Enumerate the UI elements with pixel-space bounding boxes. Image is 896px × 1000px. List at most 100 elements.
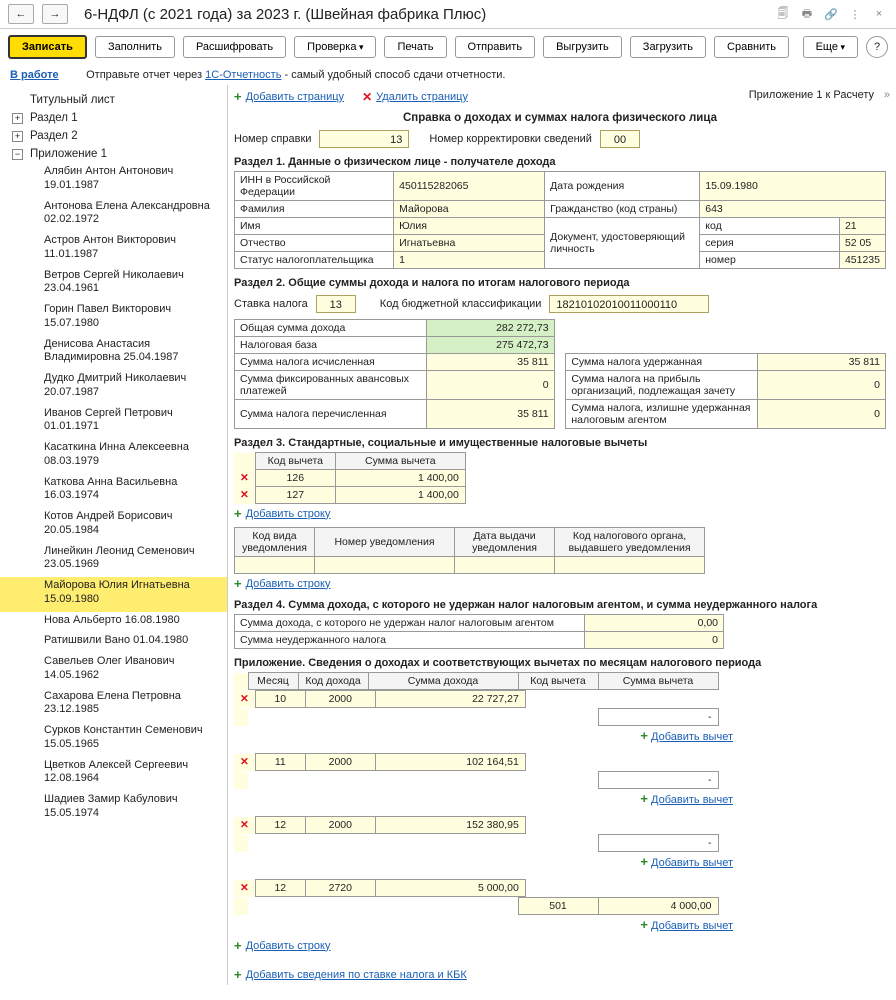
chevron-icon[interactable]: » (884, 89, 890, 101)
deduct-code[interactable]: 126 (255, 470, 335, 487)
tree-leaf[interactable]: Линейкин Леонид Семенович 23.05.1969 (0, 543, 227, 578)
add-deduct[interactable]: Добавить вычет (651, 731, 733, 743)
cell[interactable] (555, 557, 705, 574)
tree-leaf[interactable]: Алябин Антон Антонович 19.01.1987 (0, 163, 227, 198)
add-kbk[interactable]: +Добавить сведения по ставке налога и КБ… (234, 967, 886, 982)
export-button[interactable]: Выгрузить (543, 36, 622, 58)
income-code-cell[interactable]: 2720 (305, 880, 375, 897)
tree-leaf[interactable]: Цветков Алексей Сергеевич 12.08.1964 (0, 757, 227, 792)
tree-leaf[interactable]: Касаткина Инна Алексеевна 08.03.1979 (0, 439, 227, 474)
tree-leaf[interactable]: Нова Альберто 16.08.1980 (0, 612, 227, 633)
tree-title-sheet[interactable]: Титульный лист (0, 91, 227, 109)
s2-r4v2[interactable]: 0 (758, 371, 886, 400)
rate-field[interactable]: 13 (316, 295, 356, 313)
patr-field[interactable]: Игнатьевна (394, 235, 545, 252)
delete-page[interactable]: ✕Удалить страницу (362, 90, 468, 104)
income-sum-cell[interactable]: 102 164,51 (375, 754, 525, 771)
tree-leaf[interactable]: Астров Антон Викторович 11.01.1987 (0, 232, 227, 267)
check-button[interactable]: Проверка (294, 36, 376, 58)
tree-leaf[interactable]: Сурков Константин Семенович 15.05.1965 (0, 722, 227, 757)
tree-leaf[interactable]: Майорова Юлия Игнатьевна 15.09.1980 (0, 577, 227, 612)
tree-appendix1[interactable]: −Приложение 1 (0, 145, 227, 163)
cell[interactable] (235, 557, 315, 574)
tree-leaf[interactable]: Сахарова Елена Петровна 23.12.1985 (0, 688, 227, 723)
deduct-sum[interactable]: 1 400,00 (335, 470, 465, 487)
code-field[interactable]: 21 (839, 218, 885, 235)
decode-button[interactable]: Расшифровать (183, 36, 286, 58)
app-add-row[interactable]: +Добавить строку (234, 938, 886, 953)
tree-leaf[interactable]: Иванов Сергей Петрович 01.01.1971 (0, 405, 227, 440)
send-button[interactable]: Отправить (455, 36, 536, 58)
income-sum-cell[interactable]: 22 727,27 (375, 691, 525, 708)
clip-icon[interactable]: 🗐 (774, 5, 792, 23)
cell[interactable] (455, 557, 555, 574)
help-button[interactable]: ? (866, 36, 888, 58)
back-button[interactable]: ← (8, 4, 34, 24)
month-cell[interactable]: 12 (255, 817, 305, 834)
month-cell[interactable]: 10 (255, 691, 305, 708)
corr-field[interactable]: 00 (600, 130, 640, 148)
s2-r3v[interactable]: 35 811 (426, 354, 554, 371)
status-in-work[interactable]: В работе (10, 69, 59, 81)
deduct-sum[interactable]: 1 400,00 (335, 487, 465, 504)
s4-r1v[interactable]: 0,00 (585, 615, 724, 632)
s2-r5v2[interactable]: 0 (758, 400, 886, 429)
tree-leaf[interactable]: Ветров Сергей Николаевич 23.04.1961 (0, 267, 227, 302)
ser-field[interactable]: 52 05 (839, 235, 885, 252)
fam-field[interactable]: Майорова (394, 201, 545, 218)
tree-leaf[interactable]: Горин Павел Викторович 15.07.1980 (0, 301, 227, 336)
deduct-code-cell[interactable]: 501 (518, 898, 598, 915)
income-code-cell[interactable]: 2000 (305, 817, 375, 834)
status-field[interactable]: 1 (394, 252, 545, 269)
toggle-icon[interactable]: − (12, 149, 23, 160)
close-icon[interactable]: × (870, 5, 888, 23)
tree-leaf[interactable]: Шадиев Замир Кабулович 15.05.1974 (0, 791, 227, 826)
birth-field[interactable]: 15.09.1980 (700, 172, 886, 201)
citizen-field[interactable]: 643 (700, 201, 886, 218)
tree-leaf[interactable]: Савельев Олег Иванович 14.05.1962 (0, 653, 227, 688)
s3-add-row2[interactable]: +Добавить строку (234, 576, 886, 591)
delete-row[interactable]: ✕ (234, 691, 255, 708)
tree-section2[interactable]: +Раздел 2 (0, 127, 227, 145)
s3-add-row[interactable]: +Добавить строку (234, 506, 886, 521)
tree-leaf[interactable]: Антонова Елена Александровна 02.02.1972 (0, 198, 227, 233)
fill-button[interactable]: Заполнить (95, 36, 175, 58)
tree-leaf[interactable]: Денисова Анастасия Владимировна 25.04.19… (0, 336, 227, 371)
s2-r4v[interactable]: 0 (426, 371, 554, 400)
kbk-field[interactable]: 18210102010011000110 (549, 295, 709, 313)
tree-leaf[interactable]: Ратишвили Вано 01.04.1980 (0, 632, 227, 653)
tree-leaf[interactable]: Котов Андрей Борисович 20.05.1984 (0, 508, 227, 543)
link-icon[interactable]: 🔗 (822, 5, 840, 23)
delete-row[interactable]: ✕ (234, 880, 255, 897)
forward-button[interactable]: → (42, 4, 68, 24)
num-field[interactable]: 451235 (839, 252, 885, 269)
add-page[interactable]: +Добавить страницу (234, 89, 344, 104)
toggle-icon[interactable]: + (12, 113, 23, 124)
write-button[interactable]: Записать (8, 35, 87, 59)
delete-row[interactable]: ✕ (234, 817, 255, 834)
month-cell[interactable]: 12 (255, 880, 305, 897)
add-deduct[interactable]: Добавить вычет (651, 857, 733, 869)
delete-row[interactable]: ✕ (234, 754, 255, 771)
s2-r5v[interactable]: 35 811 (426, 400, 554, 429)
menu-icon[interactable]: ⋮ (846, 5, 864, 23)
income-sum-cell[interactable]: 152 380,95 (375, 817, 525, 834)
income-code-cell[interactable]: 2000 (305, 754, 375, 771)
s2-r3v2[interactable]: 35 811 (758, 354, 886, 371)
cell[interactable] (315, 557, 455, 574)
print-icon[interactable]: 🖶 (798, 5, 816, 23)
s4-r2v[interactable]: 0 (585, 632, 724, 649)
add-deduct[interactable]: Добавить вычет (651, 920, 733, 932)
ref-num-field[interactable]: 13 (319, 130, 409, 148)
more-button[interactable]: Еще (803, 36, 858, 58)
print-button[interactable]: Печать (384, 36, 446, 58)
compare-button[interactable]: Сравнить (714, 36, 789, 58)
import-button[interactable]: Загрузить (630, 36, 706, 58)
income-code-cell[interactable]: 2000 (305, 691, 375, 708)
add-deduct[interactable]: Добавить вычет (651, 794, 733, 806)
deduct-code[interactable]: 127 (255, 487, 335, 504)
delete-row[interactable]: ✕ (234, 487, 255, 504)
tree-section1[interactable]: +Раздел 1 (0, 109, 227, 127)
tree-leaf[interactable]: Дудко Дмитрий Николаевич 20.07.1987 (0, 370, 227, 405)
deduct-sum-cell[interactable]: 4 000,00 (598, 898, 718, 915)
